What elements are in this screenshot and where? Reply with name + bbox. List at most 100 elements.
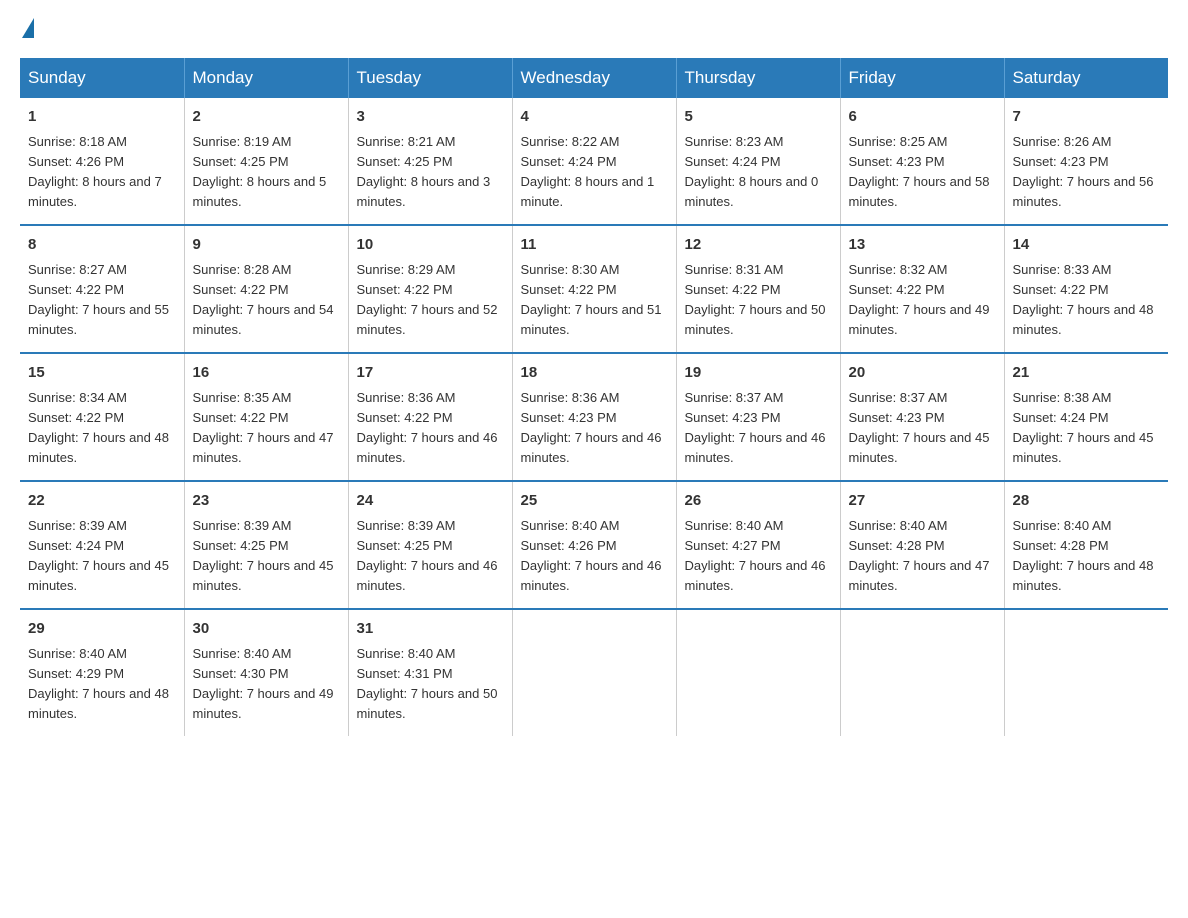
day-info: Sunrise: 8:39 AMSunset: 4:25 PMDaylight:… (357, 518, 498, 593)
day-number: 17 (357, 362, 504, 385)
day-number: 7 (1013, 106, 1161, 129)
calendar-cell: 19 Sunrise: 8:37 AMSunset: 4:23 PMDaylig… (676, 353, 840, 481)
day-number: 6 (849, 106, 996, 129)
day-info: Sunrise: 8:18 AMSunset: 4:26 PMDaylight:… (28, 134, 162, 209)
day-info: Sunrise: 8:36 AMSunset: 4:22 PMDaylight:… (357, 390, 498, 465)
calendar-cell: 24 Sunrise: 8:39 AMSunset: 4:25 PMDaylig… (348, 481, 512, 609)
day-info: Sunrise: 8:21 AMSunset: 4:25 PMDaylight:… (357, 134, 491, 209)
day-number: 27 (849, 490, 996, 513)
page-header (20, 20, 1168, 40)
weekday-header-monday: Monday (184, 58, 348, 98)
day-info: Sunrise: 8:37 AMSunset: 4:23 PMDaylight:… (849, 390, 990, 465)
day-number: 29 (28, 618, 176, 641)
logo-triangle-icon (22, 18, 34, 38)
day-info: Sunrise: 8:40 AMSunset: 4:31 PMDaylight:… (357, 646, 498, 721)
day-info: Sunrise: 8:23 AMSunset: 4:24 PMDaylight:… (685, 134, 819, 209)
day-info: Sunrise: 8:40 AMSunset: 4:29 PMDaylight:… (28, 646, 169, 721)
calendar-cell: 8 Sunrise: 8:27 AMSunset: 4:22 PMDayligh… (20, 225, 184, 353)
day-number: 22 (28, 490, 176, 513)
calendar-cell: 7 Sunrise: 8:26 AMSunset: 4:23 PMDayligh… (1004, 98, 1168, 225)
calendar-table: SundayMondayTuesdayWednesdayThursdayFrid… (20, 58, 1168, 736)
day-info: Sunrise: 8:19 AMSunset: 4:25 PMDaylight:… (193, 134, 327, 209)
logo (20, 20, 36, 40)
day-info: Sunrise: 8:30 AMSunset: 4:22 PMDaylight:… (521, 262, 662, 337)
day-info: Sunrise: 8:40 AMSunset: 4:26 PMDaylight:… (521, 518, 662, 593)
day-info: Sunrise: 8:31 AMSunset: 4:22 PMDaylight:… (685, 262, 826, 337)
calendar-cell: 5 Sunrise: 8:23 AMSunset: 4:24 PMDayligh… (676, 98, 840, 225)
calendar-cell: 12 Sunrise: 8:31 AMSunset: 4:22 PMDaylig… (676, 225, 840, 353)
day-number: 9 (193, 234, 340, 257)
calendar-cell: 3 Sunrise: 8:21 AMSunset: 4:25 PMDayligh… (348, 98, 512, 225)
day-number: 24 (357, 490, 504, 513)
calendar-week-row: 22 Sunrise: 8:39 AMSunset: 4:24 PMDaylig… (20, 481, 1168, 609)
day-number: 26 (685, 490, 832, 513)
day-number: 30 (193, 618, 340, 641)
day-info: Sunrise: 8:32 AMSunset: 4:22 PMDaylight:… (849, 262, 990, 337)
day-number: 3 (357, 106, 504, 129)
calendar-cell: 6 Sunrise: 8:25 AMSunset: 4:23 PMDayligh… (840, 98, 1004, 225)
day-number: 23 (193, 490, 340, 513)
day-number: 5 (685, 106, 832, 129)
day-number: 21 (1013, 362, 1161, 385)
day-number: 16 (193, 362, 340, 385)
day-info: Sunrise: 8:40 AMSunset: 4:27 PMDaylight:… (685, 518, 826, 593)
calendar-cell: 28 Sunrise: 8:40 AMSunset: 4:28 PMDaylig… (1004, 481, 1168, 609)
day-number: 19 (685, 362, 832, 385)
day-info: Sunrise: 8:37 AMSunset: 4:23 PMDaylight:… (685, 390, 826, 465)
calendar-cell: 10 Sunrise: 8:29 AMSunset: 4:22 PMDaylig… (348, 225, 512, 353)
day-info: Sunrise: 8:39 AMSunset: 4:24 PMDaylight:… (28, 518, 169, 593)
calendar-cell (1004, 609, 1168, 736)
day-number: 13 (849, 234, 996, 257)
day-number: 25 (521, 490, 668, 513)
day-number: 11 (521, 234, 668, 257)
calendar-cell: 13 Sunrise: 8:32 AMSunset: 4:22 PMDaylig… (840, 225, 1004, 353)
weekday-header-friday: Friday (840, 58, 1004, 98)
day-info: Sunrise: 8:29 AMSunset: 4:22 PMDaylight:… (357, 262, 498, 337)
day-info: Sunrise: 8:33 AMSunset: 4:22 PMDaylight:… (1013, 262, 1154, 337)
calendar-cell: 17 Sunrise: 8:36 AMSunset: 4:22 PMDaylig… (348, 353, 512, 481)
day-number: 28 (1013, 490, 1161, 513)
day-number: 4 (521, 106, 668, 129)
day-number: 18 (521, 362, 668, 385)
day-info: Sunrise: 8:26 AMSunset: 4:23 PMDaylight:… (1013, 134, 1154, 209)
calendar-cell (676, 609, 840, 736)
calendar-cell: 16 Sunrise: 8:35 AMSunset: 4:22 PMDaylig… (184, 353, 348, 481)
weekday-header-saturday: Saturday (1004, 58, 1168, 98)
calendar-cell: 1 Sunrise: 8:18 AMSunset: 4:26 PMDayligh… (20, 98, 184, 225)
day-info: Sunrise: 8:39 AMSunset: 4:25 PMDaylight:… (193, 518, 334, 593)
day-info: Sunrise: 8:38 AMSunset: 4:24 PMDaylight:… (1013, 390, 1154, 465)
day-number: 20 (849, 362, 996, 385)
day-number: 10 (357, 234, 504, 257)
day-number: 1 (28, 106, 176, 129)
calendar-cell: 11 Sunrise: 8:30 AMSunset: 4:22 PMDaylig… (512, 225, 676, 353)
calendar-cell: 9 Sunrise: 8:28 AMSunset: 4:22 PMDayligh… (184, 225, 348, 353)
day-number: 14 (1013, 234, 1161, 257)
day-info: Sunrise: 8:40 AMSunset: 4:28 PMDaylight:… (849, 518, 990, 593)
calendar-cell: 2 Sunrise: 8:19 AMSunset: 4:25 PMDayligh… (184, 98, 348, 225)
calendar-week-row: 1 Sunrise: 8:18 AMSunset: 4:26 PMDayligh… (20, 98, 1168, 225)
calendar-cell: 25 Sunrise: 8:40 AMSunset: 4:26 PMDaylig… (512, 481, 676, 609)
calendar-cell: 21 Sunrise: 8:38 AMSunset: 4:24 PMDaylig… (1004, 353, 1168, 481)
day-info: Sunrise: 8:22 AMSunset: 4:24 PMDaylight:… (521, 134, 655, 209)
calendar-cell (840, 609, 1004, 736)
day-info: Sunrise: 8:40 AMSunset: 4:28 PMDaylight:… (1013, 518, 1154, 593)
day-number: 15 (28, 362, 176, 385)
day-number: 12 (685, 234, 832, 257)
calendar-cell (512, 609, 676, 736)
day-info: Sunrise: 8:27 AMSunset: 4:22 PMDaylight:… (28, 262, 169, 337)
day-info: Sunrise: 8:25 AMSunset: 4:23 PMDaylight:… (849, 134, 990, 209)
calendar-cell: 31 Sunrise: 8:40 AMSunset: 4:31 PMDaylig… (348, 609, 512, 736)
calendar-cell: 30 Sunrise: 8:40 AMSunset: 4:30 PMDaylig… (184, 609, 348, 736)
calendar-cell: 27 Sunrise: 8:40 AMSunset: 4:28 PMDaylig… (840, 481, 1004, 609)
calendar-cell: 4 Sunrise: 8:22 AMSunset: 4:24 PMDayligh… (512, 98, 676, 225)
day-info: Sunrise: 8:40 AMSunset: 4:30 PMDaylight:… (193, 646, 334, 721)
calendar-cell: 22 Sunrise: 8:39 AMSunset: 4:24 PMDaylig… (20, 481, 184, 609)
day-number: 8 (28, 234, 176, 257)
calendar-header-row: SundayMondayTuesdayWednesdayThursdayFrid… (20, 58, 1168, 98)
calendar-cell: 14 Sunrise: 8:33 AMSunset: 4:22 PMDaylig… (1004, 225, 1168, 353)
calendar-cell: 23 Sunrise: 8:39 AMSunset: 4:25 PMDaylig… (184, 481, 348, 609)
day-number: 2 (193, 106, 340, 129)
calendar-cell: 20 Sunrise: 8:37 AMSunset: 4:23 PMDaylig… (840, 353, 1004, 481)
weekday-header-tuesday: Tuesday (348, 58, 512, 98)
calendar-cell: 26 Sunrise: 8:40 AMSunset: 4:27 PMDaylig… (676, 481, 840, 609)
